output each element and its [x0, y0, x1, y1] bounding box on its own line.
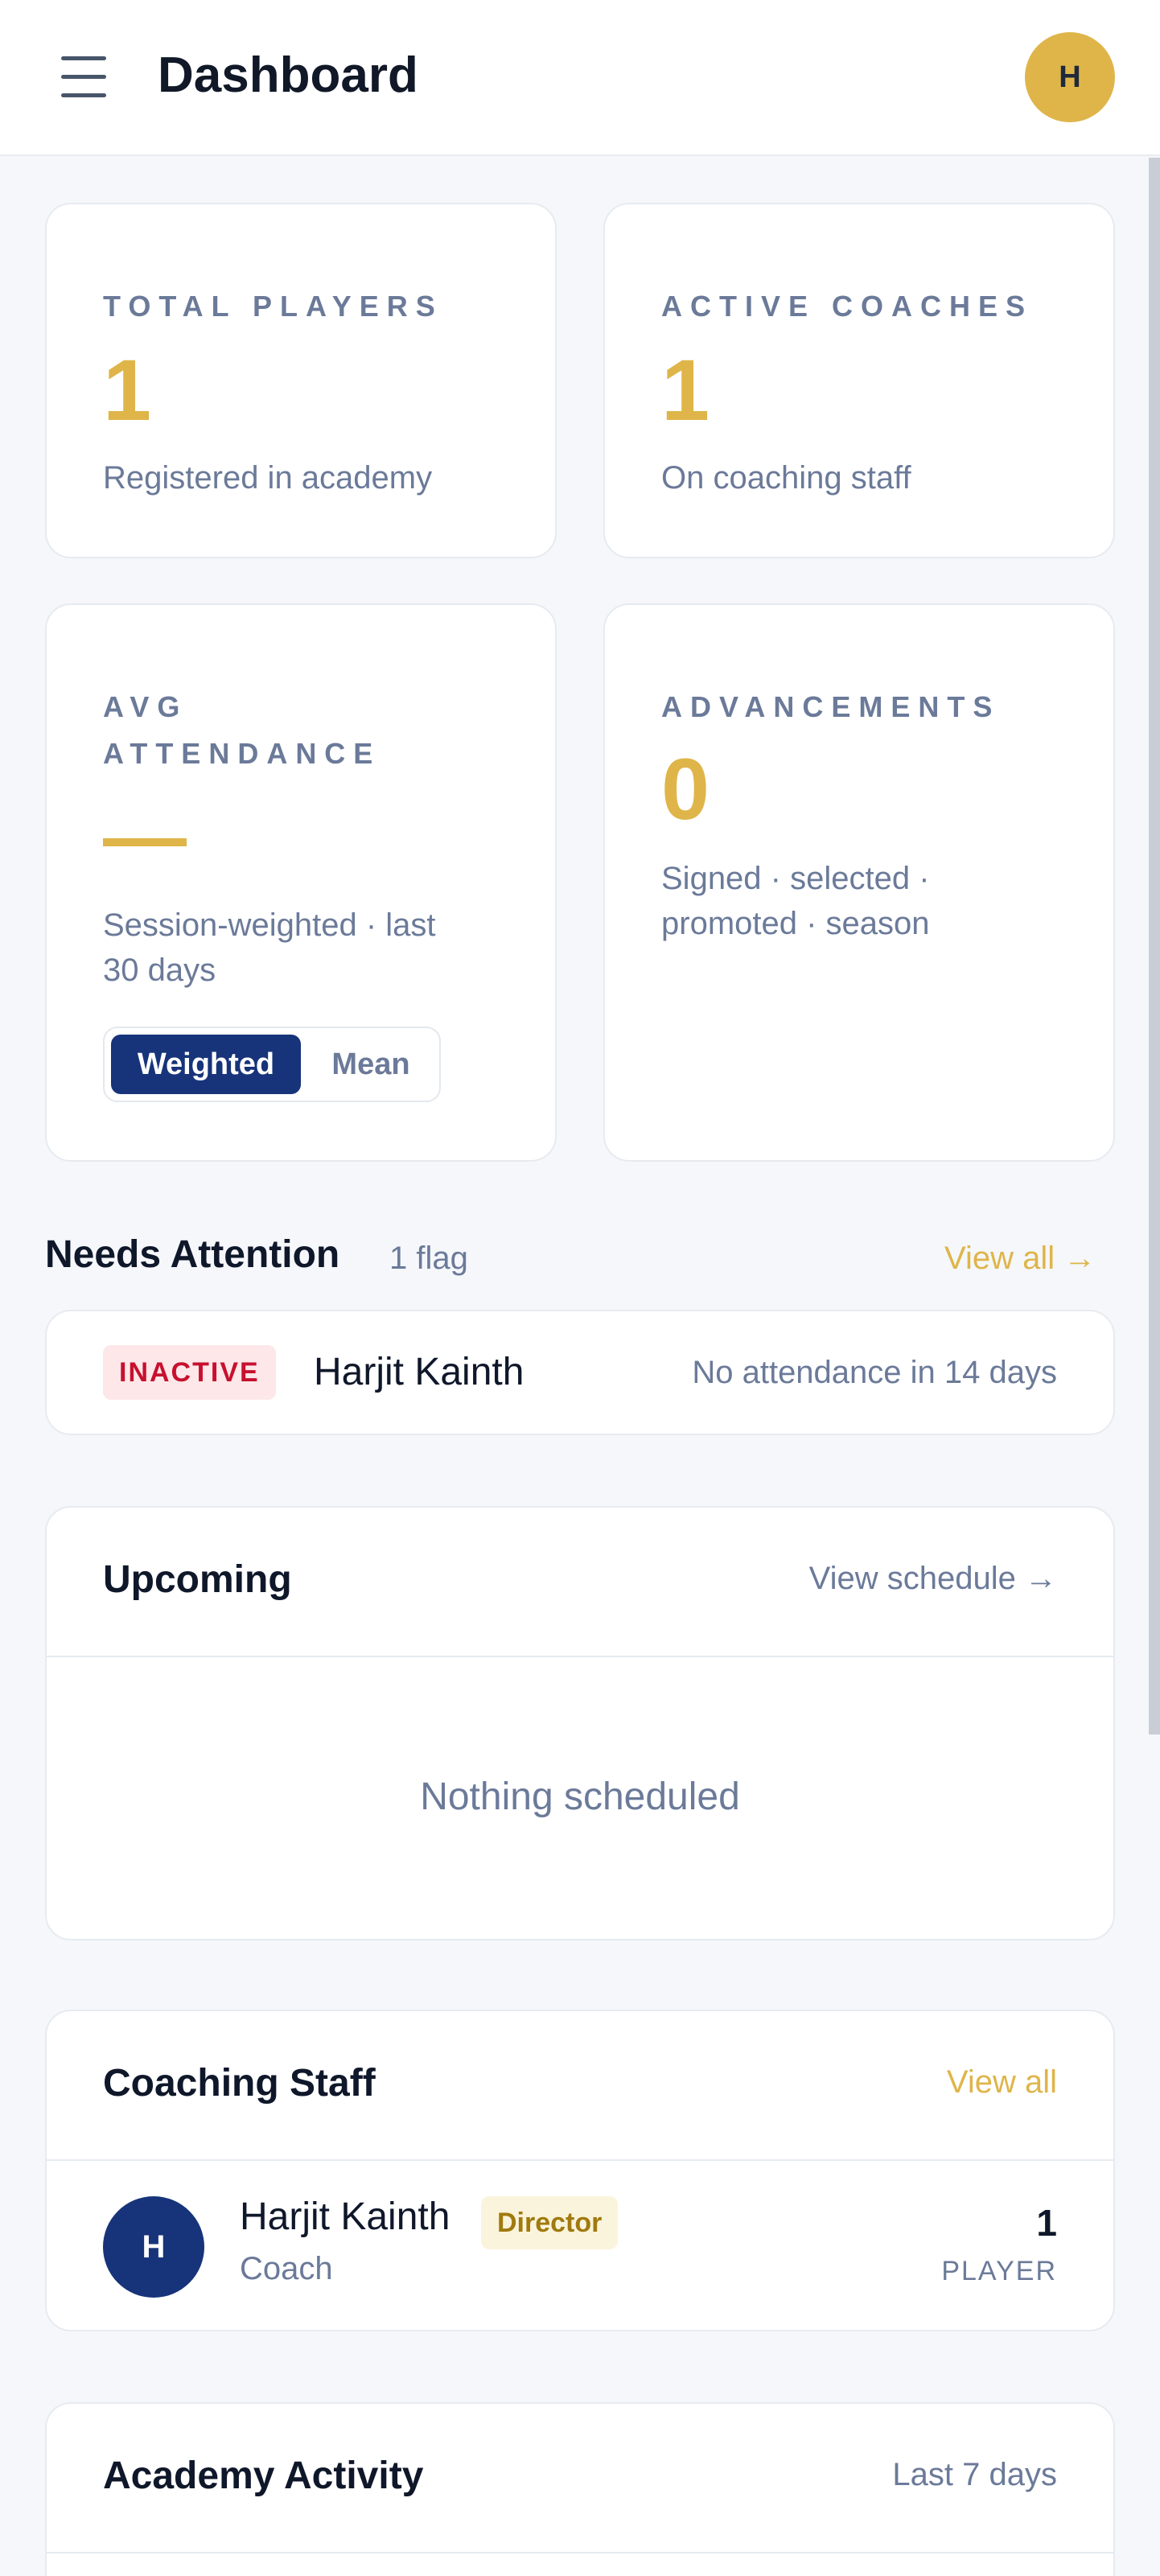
- stat-value-empty: [103, 838, 187, 846]
- attention-item[interactable]: INACTIVE Harjit Kainth No attendance in …: [45, 1310, 1115, 1435]
- page-title: Dashboard: [158, 47, 418, 103]
- stat-label-line1: AVG: [103, 690, 188, 723]
- avg-attendance-card: AVG ATTENDANCE Session-weighted · last 3…: [45, 603, 557, 1162]
- page-scrollbar[interactable]: [1149, 158, 1160, 1734]
- academy-activity-title: Academy Activity: [103, 2455, 424, 2497]
- top-app-bar: Dashboard H: [0, 0, 1160, 156]
- avatar: H: [103, 2196, 204, 2298]
- divider: [47, 1656, 1113, 1657]
- menu-line-top: [61, 56, 106, 60]
- upcoming-title: Upcoming: [103, 1558, 292, 1601]
- stat-label: ADVANCEMENTS: [661, 690, 1001, 723]
- stat-label: AVG ATTENDANCE: [103, 684, 380, 777]
- toggle-mean-button[interactable]: Mean: [311, 1035, 431, 1094]
- stat-subtext: Session-weighted · last 30 days: [103, 903, 436, 993]
- staff-role: Coach: [240, 2251, 333, 2286]
- coaching-staff-card: Coaching Staff View all H Harjit Kainth …: [45, 2010, 1115, 2331]
- hamburger-menu-icon[interactable]: [61, 56, 106, 98]
- flag-count: 1 flag: [389, 1241, 468, 1276]
- academy-activity-card: Academy Activity Last 7 days: [45, 2402, 1115, 2576]
- stat-label: TOTAL PLAYERS: [103, 290, 443, 323]
- stat-subtext-line1: Signed · selected ·: [661, 861, 930, 896]
- active-coaches-card: ACTIVE COACHES 1 On coaching staff: [603, 203, 1115, 558]
- advancements-card: ADVANCEMENTS 0 Signed · selected · promo…: [603, 603, 1115, 1162]
- staff-row[interactable]: H Harjit Kainth Director Coach 1 PLAYER: [47, 2161, 1113, 2331]
- upcoming-empty-state: Nothing scheduled: [420, 1776, 740, 1818]
- staff-name: Harjit Kainth: [240, 2195, 450, 2238]
- stat-value: 1: [103, 341, 152, 438]
- total-players-card: TOTAL PLAYERS 1 Registered in academy: [45, 203, 557, 558]
- status-badge: INACTIVE: [103, 1345, 276, 1400]
- divider: [47, 2552, 1113, 2553]
- coaching-staff-view-all-link[interactable]: View all: [947, 2064, 1057, 2101]
- player-count: 1: [1036, 2202, 1057, 2244]
- stat-value: 1: [661, 341, 710, 438]
- attention-detail: No attendance in 14 days: [692, 1355, 1057, 1390]
- stat-subtext-line2: promoted · season: [661, 906, 930, 941]
- stat-label: ACTIVE COACHES: [661, 290, 1034, 323]
- view-schedule-link[interactable]: View schedule →: [809, 1561, 1057, 1597]
- upcoming-card: Upcoming View schedule → Nothing schedul…: [45, 1506, 1115, 1940]
- player-count-label: PLAYER: [941, 2256, 1057, 2286]
- stat-label-line2: ATTENDANCE: [103, 737, 381, 770]
- menu-line-bottom: [61, 93, 106, 97]
- stat-subtext-line1: Session-weighted · last: [103, 907, 436, 943]
- activity-range: Last 7 days: [892, 2457, 1057, 2492]
- stat-subtext: Registered in academy: [103, 460, 433, 496]
- user-avatar[interactable]: H: [1025, 32, 1115, 122]
- stat-value: 0: [661, 740, 710, 837]
- stat-subtext: On coaching staff: [661, 460, 911, 496]
- needs-attention-view-all-link[interactable]: View all →: [944, 1241, 1096, 1277]
- stat-subtext-line2: 30 days: [103, 953, 216, 988]
- role-badge: Director: [481, 2196, 619, 2249]
- needs-attention-title: Needs Attention: [45, 1233, 340, 1276]
- toggle-weighted-button[interactable]: Weighted: [111, 1035, 301, 1094]
- stat-subtext: Signed · selected · promoted · season: [661, 856, 930, 946]
- menu-line-middle: [61, 75, 106, 79]
- attention-player-name: Harjit Kainth: [314, 1351, 524, 1393]
- coaching-staff-title: Coaching Staff: [103, 2062, 376, 2105]
- attendance-mode-toggle: Weighted Mean: [103, 1027, 441, 1102]
